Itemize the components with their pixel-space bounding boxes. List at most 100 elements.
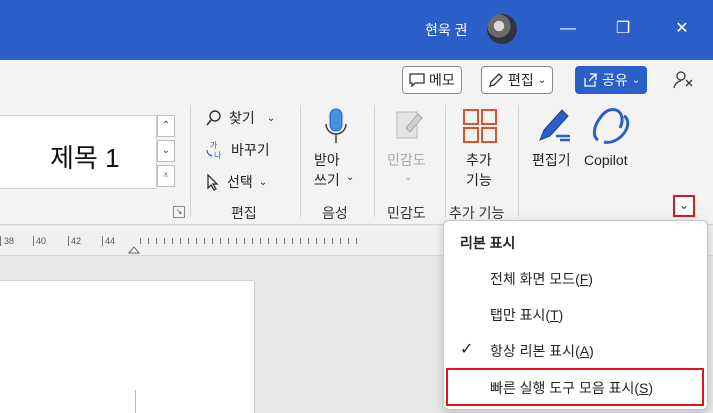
svg-text:나: 나 bbox=[214, 151, 222, 160]
highlight-box bbox=[446, 368, 704, 406]
ruler-tick bbox=[260, 238, 261, 244]
svg-text:가: 가 bbox=[210, 141, 218, 150]
ruler-tick bbox=[308, 238, 309, 244]
addins-button[interactable]: 추가 기능 bbox=[452, 106, 508, 196]
comments-button[interactable]: 메모 bbox=[402, 66, 462, 94]
comment-icon bbox=[409, 73, 425, 87]
ruler-tick bbox=[180, 238, 181, 244]
menu-item-full-screen[interactable]: 전체 화면 모드(F) bbox=[490, 269, 593, 289]
editing-mode-button[interactable]: 편집 ⌄ bbox=[481, 66, 554, 94]
document-page[interactable] bbox=[0, 280, 255, 413]
ruler-tick bbox=[196, 238, 197, 244]
ruler-tick bbox=[236, 238, 237, 244]
ruler-tick bbox=[348, 238, 349, 244]
chevron-down-icon: ⌄ bbox=[537, 74, 547, 86]
cursor-icon bbox=[207, 173, 219, 191]
share-button[interactable]: 공유 ⌄ bbox=[575, 66, 648, 94]
ruler-tick bbox=[156, 238, 157, 244]
editor-label: 편집기 bbox=[532, 152, 571, 168]
ruler-tick bbox=[148, 238, 149, 244]
ruler-label: 40 bbox=[36, 236, 47, 246]
replace-button[interactable]: 가나 바꾸기 bbox=[205, 140, 270, 160]
search-icon bbox=[206, 110, 221, 126]
ruler-tick bbox=[284, 238, 285, 244]
style-gallery[interactable]: 제목 1 bbox=[0, 115, 157, 189]
ruler-tick bbox=[68, 236, 69, 246]
ribbon-display-options-button[interactable]: ⌄ bbox=[673, 195, 695, 217]
editor-button[interactable]: 편집기 bbox=[528, 106, 580, 176]
sensitivity-label: 민감도 bbox=[387, 152, 426, 168]
title-bar: 현욱 권 — ❐ ✕ bbox=[0, 0, 713, 60]
close-button[interactable]: ✕ bbox=[667, 14, 697, 44]
ruler-tick bbox=[292, 238, 293, 244]
chevron-down-icon: ⌄ bbox=[266, 112, 276, 124]
addins-label-line2: 기능 bbox=[466, 172, 492, 188]
select-label: 선택 bbox=[227, 174, 253, 190]
sensitivity-button: 민감도 ⌄ bbox=[382, 106, 438, 196]
ruler-tick bbox=[0, 236, 1, 246]
group-label-sensitivity: 민감도 bbox=[387, 205, 426, 221]
ruler-tick bbox=[228, 238, 229, 244]
ruler-tick bbox=[102, 236, 103, 246]
dictate-label-line1: 받아 bbox=[314, 152, 340, 168]
ruler-label: 44 bbox=[105, 236, 116, 246]
ruler-tick bbox=[172, 238, 173, 244]
text-boundary-marker bbox=[135, 390, 136, 413]
gallery-more[interactable]: ⩡ bbox=[157, 165, 175, 187]
ruler-tick bbox=[140, 238, 141, 244]
ruler-tick bbox=[332, 238, 333, 244]
chevron-down-icon: ⌄ bbox=[404, 172, 413, 183]
chevron-down-icon: ⌄ bbox=[631, 74, 641, 86]
gallery-scroll-down[interactable]: ⌄ bbox=[157, 140, 175, 162]
ruler-tick bbox=[220, 238, 221, 244]
ruler-tick bbox=[212, 238, 213, 244]
chevron-down-icon: ⌄ bbox=[346, 172, 355, 183]
menu-item-tabs-only[interactable]: 탭만 표시(T) bbox=[490, 305, 563, 325]
ruler-tick bbox=[188, 238, 189, 244]
menu-header: 리본 표시 bbox=[460, 235, 516, 251]
ruler-label: 38 bbox=[4, 236, 15, 246]
addins-icon bbox=[463, 109, 497, 143]
microphone-icon bbox=[325, 108, 347, 143]
ruler-tick bbox=[164, 238, 165, 244]
ruler-tick bbox=[204, 238, 205, 244]
group-label-editing: 편집 bbox=[231, 205, 257, 221]
ruler-tick bbox=[316, 238, 317, 244]
editing-mode-label: 편집 bbox=[508, 72, 534, 88]
find-button[interactable]: 찾기 ⌄ bbox=[205, 108, 275, 128]
sensitivity-icon bbox=[396, 111, 423, 139]
group-separator bbox=[445, 105, 446, 217]
coauthor-icon[interactable] bbox=[672, 68, 696, 92]
account-name[interactable]: 현욱 권 bbox=[425, 20, 468, 40]
ruler-tick bbox=[324, 238, 325, 244]
check-icon: ✓ bbox=[460, 341, 474, 358]
select-button[interactable]: 선택 ⌄ bbox=[205, 172, 267, 192]
style-heading1[interactable]: 제목 1 bbox=[50, 138, 120, 175]
copilot-icon bbox=[592, 108, 630, 144]
gallery-scroll-up[interactable]: ⌃ bbox=[157, 115, 175, 137]
comments-label: 메모 bbox=[429, 72, 455, 88]
minimize-button[interactable]: — bbox=[553, 14, 583, 44]
ruler-tick bbox=[268, 238, 269, 244]
avatar[interactable] bbox=[487, 14, 517, 44]
styles-dialog-launcher[interactable]: ↘ bbox=[173, 206, 185, 218]
group-separator bbox=[518, 105, 519, 217]
indent-marker[interactable] bbox=[128, 246, 140, 254]
copilot-label: Copilot bbox=[584, 152, 628, 168]
ribbon: 메모 편집 ⌄ 공유 ⌄ 제목 1 ⌃ ⌄ ⩡ ↘ 찾기 ⌄ 가나 바꾸기 선택… bbox=[0, 60, 713, 225]
dictate-button[interactable]: 받아 쓰기 ⌄ bbox=[308, 106, 364, 196]
group-separator bbox=[374, 105, 375, 217]
share-icon bbox=[584, 73, 597, 87]
replace-icon: 가나 bbox=[206, 141, 222, 160]
ruler-tick bbox=[244, 238, 245, 244]
find-label: 찾기 bbox=[229, 110, 255, 126]
share-label: 공유 bbox=[602, 72, 628, 88]
ruler-tick bbox=[340, 238, 341, 244]
replace-label: 바꾸기 bbox=[231, 142, 270, 158]
copilot-button[interactable]: Copilot bbox=[582, 106, 642, 176]
restore-button[interactable]: ❐ bbox=[608, 14, 638, 44]
menu-item-always-show-ribbon[interactable]: 항상 리본 표시(A) bbox=[490, 341, 594, 361]
group-separator bbox=[300, 105, 301, 217]
editor-icon bbox=[539, 109, 570, 142]
ruler-label: 42 bbox=[71, 236, 82, 246]
